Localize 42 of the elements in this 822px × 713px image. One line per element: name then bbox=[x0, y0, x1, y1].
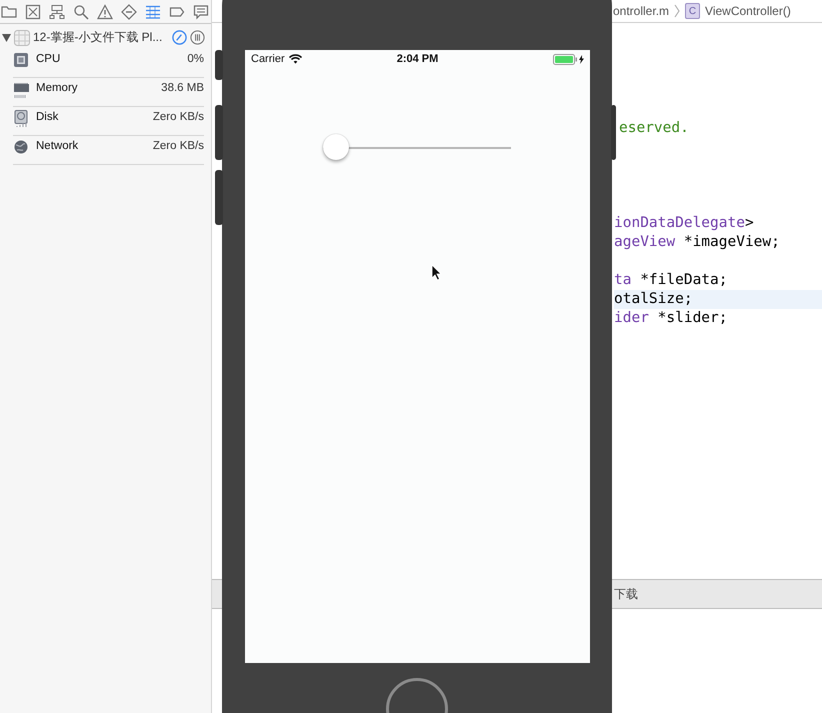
disk-gauge-icon bbox=[13, 110, 29, 128]
gauge-value: Zero KB/s bbox=[152, 139, 204, 152]
crossed-square-icon[interactable] bbox=[25, 4, 41, 20]
process-title[interactable]: 12-掌握-小文件下载 Pl... bbox=[33, 29, 169, 46]
code-line: ageView *imageView; bbox=[614, 233, 781, 252]
gauge-label[interactable]: Network bbox=[36, 139, 146, 152]
gauge-icon[interactable] bbox=[172, 30, 187, 45]
app-grid-icon bbox=[14, 30, 30, 46]
memory-gauge-icon bbox=[13, 81, 29, 99]
class-badge: C bbox=[685, 3, 700, 19]
mouse-pointer-icon bbox=[431, 264, 442, 281]
diamond-icon[interactable] bbox=[121, 4, 137, 20]
disclosure-triangle-icon[interactable] bbox=[2, 34, 11, 42]
gauge-label[interactable]: CPU bbox=[36, 52, 180, 65]
code-line: ta *fileData; bbox=[614, 271, 728, 290]
list-icon[interactable] bbox=[145, 4, 161, 20]
battery-icon bbox=[553, 54, 577, 64]
side-button[interactable] bbox=[215, 50, 223, 80]
speech-bubble-icon[interactable] bbox=[193, 4, 209, 20]
gauge-value: Zero KB/s bbox=[152, 110, 204, 123]
slider-thumb[interactable] bbox=[323, 134, 349, 160]
debug-bar-text: 下载 bbox=[614, 586, 638, 602]
folder-icon[interactable] bbox=[1, 4, 17, 20]
pause-icon[interactable] bbox=[190, 30, 205, 45]
chevron-icon bbox=[674, 4, 680, 18]
code-line: ionDataDelegate> bbox=[614, 214, 755, 233]
code-line: ider *slider; bbox=[614, 309, 728, 328]
wifi-icon bbox=[288, 54, 302, 64]
gauge-value: 0% bbox=[187, 52, 204, 65]
gauge-value: 38.6 MB bbox=[161, 81, 204, 94]
breadcrumb-symbol[interactable]: ViewController() bbox=[705, 4, 791, 18]
gauge-label[interactable]: Disk bbox=[36, 110, 146, 123]
breadcrumb-file[interactable]: ontroller.m bbox=[613, 4, 670, 18]
status-time: 2:04 PM bbox=[396, 53, 440, 65]
cpu-gauge-icon bbox=[13, 52, 29, 70]
hierarchy-icon[interactable] bbox=[49, 4, 65, 20]
slider[interactable] bbox=[323, 134, 511, 162]
warning-icon[interactable] bbox=[97, 4, 113, 20]
carrier-label: Carrier bbox=[251, 53, 285, 65]
search-icon[interactable] bbox=[73, 4, 89, 20]
code-line: eserved. bbox=[619, 119, 690, 138]
gauge-label[interactable]: Memory bbox=[36, 81, 154, 94]
